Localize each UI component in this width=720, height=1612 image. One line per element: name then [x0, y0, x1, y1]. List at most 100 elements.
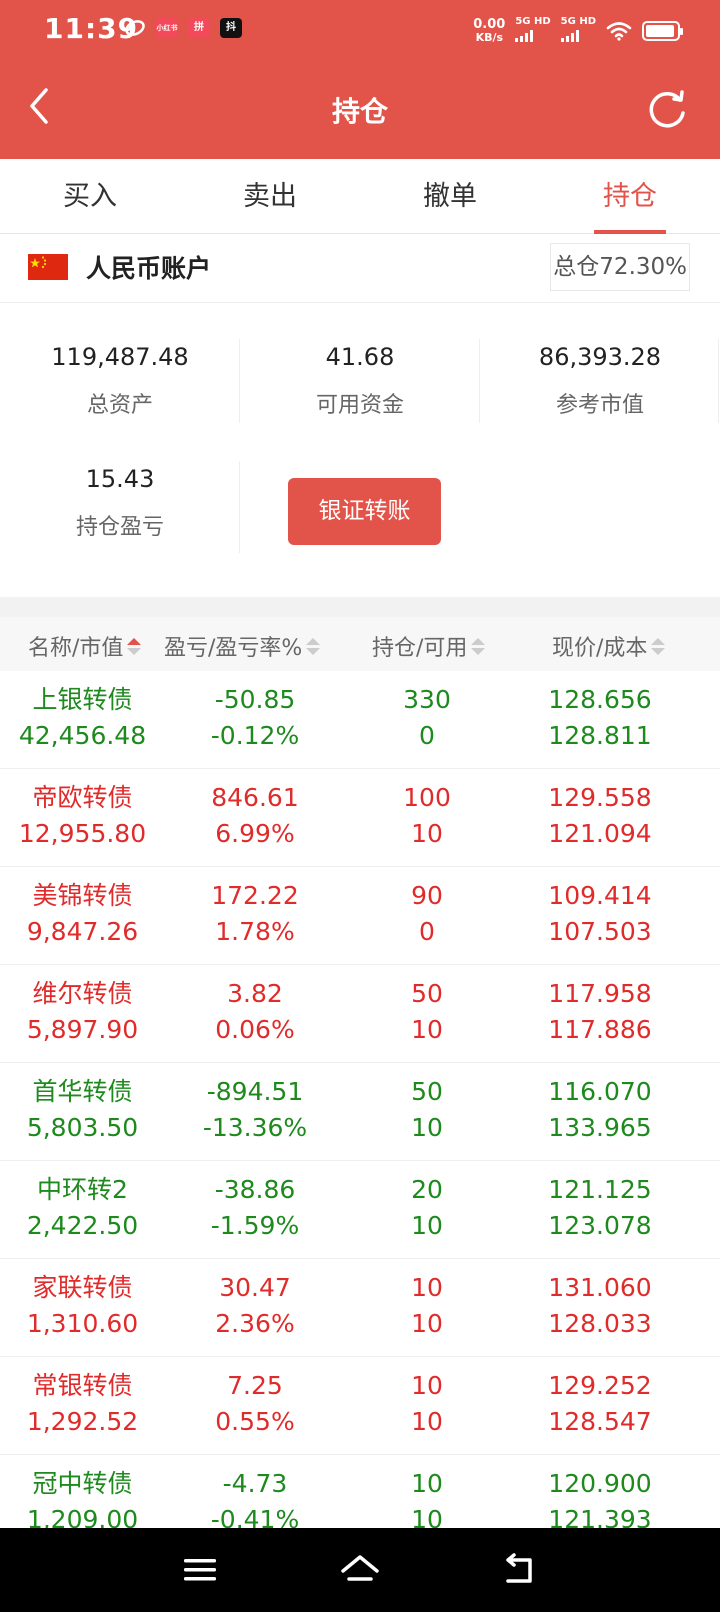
sort-icon: [471, 637, 486, 655]
row-available: 0: [419, 721, 435, 750]
th-pnl-label: 盈亏/盈亏率%: [164, 636, 303, 661]
row-position: 50: [411, 979, 443, 1008]
refresh-icon[interactable]: [644, 86, 690, 132]
system-nav-bar: [0, 1528, 720, 1612]
row-price: 129.252: [548, 1371, 652, 1400]
bank-securities-transfer-button[interactable]: 银证转账: [288, 478, 441, 545]
cell-price: 116.070 133.965: [515, 1074, 685, 1146]
net-speed-value: 0.00: [473, 17, 506, 32]
cell-pnl: 30.47 2.36%: [170, 1270, 340, 1342]
cell-position: 50 10: [342, 1074, 512, 1146]
row-pnl-rate: 2.36%: [215, 1309, 295, 1338]
cell-name: 上银转债 42,456.48: [0, 682, 165, 754]
th-name-market-value[interactable]: 名称/市值: [28, 630, 142, 662]
row-cost: 133.965: [548, 1113, 652, 1142]
cell-price: 128.656 128.811: [515, 682, 685, 754]
account-summary: 119,487.48 总资产 41.68 可用资金 86,393.28 参考市值…: [0, 303, 720, 597]
divider: [718, 339, 719, 423]
row-name: 美锦转债: [32, 881, 133, 910]
cell-position: 10 10: [342, 1368, 512, 1440]
tab-cancel-order[interactable]: 撤单: [360, 159, 540, 233]
cell-pnl: -38.86 -1.59%: [170, 1172, 340, 1244]
tab-buy[interactable]: 买入: [0, 159, 180, 233]
status-bar: 11:39 小红书 拼 抖 0.00 KB/s 5G HD 5G HD: [0, 0, 720, 60]
market-value-value: 86,393.28: [538, 343, 662, 371]
cell-price: 121.125 123.078: [515, 1172, 685, 1244]
row-price: 109.414: [548, 881, 652, 910]
home-icon[interactable]: [340, 1552, 380, 1588]
sync-icon: [125, 20, 145, 36]
cell-price: 117.958 117.886: [515, 976, 685, 1048]
table-row[interactable]: 上银转债 42,456.48 -50.85 -0.12% 330 0 128.656 1…: [0, 671, 720, 769]
th-price-cost[interactable]: 现价/成本: [552, 630, 666, 662]
cell-position: 100 10: [342, 780, 512, 852]
row-position: 50: [411, 1077, 443, 1106]
table-row[interactable]: 常银转债 1,292.52 7.25 0.55% 10 10 129.252 128.5…: [0, 1357, 720, 1455]
china-flag-icon: [28, 254, 68, 280]
cell-name: 帝欧转债 12,955.80: [0, 780, 165, 852]
row-available: 10: [411, 1211, 443, 1240]
row-position: 100: [403, 783, 451, 812]
cell-position: 90 0: [342, 878, 512, 950]
app-header: 11:39 小红书 拼 抖 0.00 KB/s 5G HD 5G HD 持仓: [0, 0, 720, 159]
row-price: 129.558: [548, 783, 652, 812]
row-position: 10: [411, 1469, 443, 1498]
signal-bars-icon: [560, 30, 579, 42]
sim2-signal: 5G HD: [560, 16, 596, 46]
row-available: 10: [411, 1113, 443, 1142]
th-price-label: 现价/成本: [552, 636, 648, 661]
table-row[interactable]: 首华转债 5,803.50 -894.51 -13.36% 50 10 116.070…: [0, 1063, 720, 1161]
sim1-signal: 5G HD: [515, 16, 551, 46]
available-funds-label: 可用资金: [315, 393, 404, 418]
cell-pnl: 172.22 1.78%: [170, 878, 340, 950]
pinduoduo-icon: 拼: [188, 18, 210, 38]
positions-list: 上银转债 42,456.48 -50.85 -0.12% 330 0 128.656 1…: [0, 671, 720, 1528]
row-pnl-rate: -0.12%: [210, 721, 300, 750]
signal-bars-icon: [515, 30, 534, 42]
table-row[interactable]: 家联转债 1,310.60 30.47 2.36% 10 10 131.060 128.…: [0, 1259, 720, 1357]
back-icon[interactable]: [500, 1552, 540, 1588]
sort-icon: [127, 637, 142, 655]
row-price: 116.070: [548, 1077, 652, 1106]
row-price: 121.125: [548, 1175, 652, 1204]
row-cost: 123.078: [548, 1211, 652, 1240]
position-pnl-label: 持仓盈亏: [75, 515, 164, 540]
cell-price: 129.558 121.094: [515, 780, 685, 852]
cell-price: 131.060 128.033: [515, 1270, 685, 1342]
tab-positions[interactable]: 持仓: [540, 159, 720, 233]
cell-name: 家联转债 1,310.60: [0, 1270, 165, 1342]
tiktok-icon: 抖: [220, 18, 242, 38]
th-position-available[interactable]: 持仓/可用: [372, 630, 486, 662]
row-name: 维尔转债: [32, 979, 133, 1008]
row-cost: 128.811: [548, 721, 652, 750]
table-row[interactable]: 维尔转债 5,897.90 3.82 0.06% 50 10 117.958 117.8…: [0, 965, 720, 1063]
market-value-label: 参考市值: [555, 393, 644, 418]
table-row[interactable]: 冠中转债 1,209.00 -4.73 -0.41% 10 10 120.900 121…: [0, 1455, 720, 1528]
sort-icon: [651, 637, 666, 655]
cell-price: 109.414 107.503: [515, 878, 685, 950]
cell-name: 维尔转债 5,897.90: [0, 976, 165, 1048]
row-cost: 117.886: [548, 1015, 652, 1044]
row-price: 117.958: [548, 979, 652, 1008]
net-speed-unit: KB/s: [475, 31, 504, 44]
table-row[interactable]: 中环转2 2,422.50 -38.86 -1.59% 20 10 121.125 12…: [0, 1161, 720, 1259]
cell-pnl: -50.85 -0.12%: [170, 682, 340, 754]
th-pnl-rate[interactable]: 盈亏/盈亏率%: [164, 630, 321, 662]
table-row[interactable]: 美锦转债 9,847.26 172.22 1.78% 90 0 109.414 107.…: [0, 867, 720, 965]
row-market-value: 5,803.50: [26, 1113, 139, 1142]
trade-tabs: 买入 卖出 撤单 持仓: [0, 159, 720, 234]
row-position: 330: [403, 685, 451, 714]
menu-icon[interactable]: [180, 1552, 220, 1588]
page-title: 持仓: [331, 95, 388, 128]
row-available: 10: [411, 1407, 443, 1436]
row-position: 10: [411, 1371, 443, 1400]
total-assets-value: 119,487.48: [51, 343, 189, 371]
table-row[interactable]: 帝欧转债 12,955.80 846.61 6.99% 100 10 129.558 1…: [0, 769, 720, 867]
tab-sell[interactable]: 卖出: [180, 159, 360, 233]
battery-icon: [642, 21, 683, 41]
row-available: 10: [411, 1015, 443, 1044]
cell-name: 常银转债 1,292.52: [0, 1368, 165, 1440]
cell-pnl: -4.73 -0.41%: [170, 1466, 340, 1528]
row-cost: 121.393: [548, 1505, 652, 1528]
divider: [239, 461, 240, 553]
